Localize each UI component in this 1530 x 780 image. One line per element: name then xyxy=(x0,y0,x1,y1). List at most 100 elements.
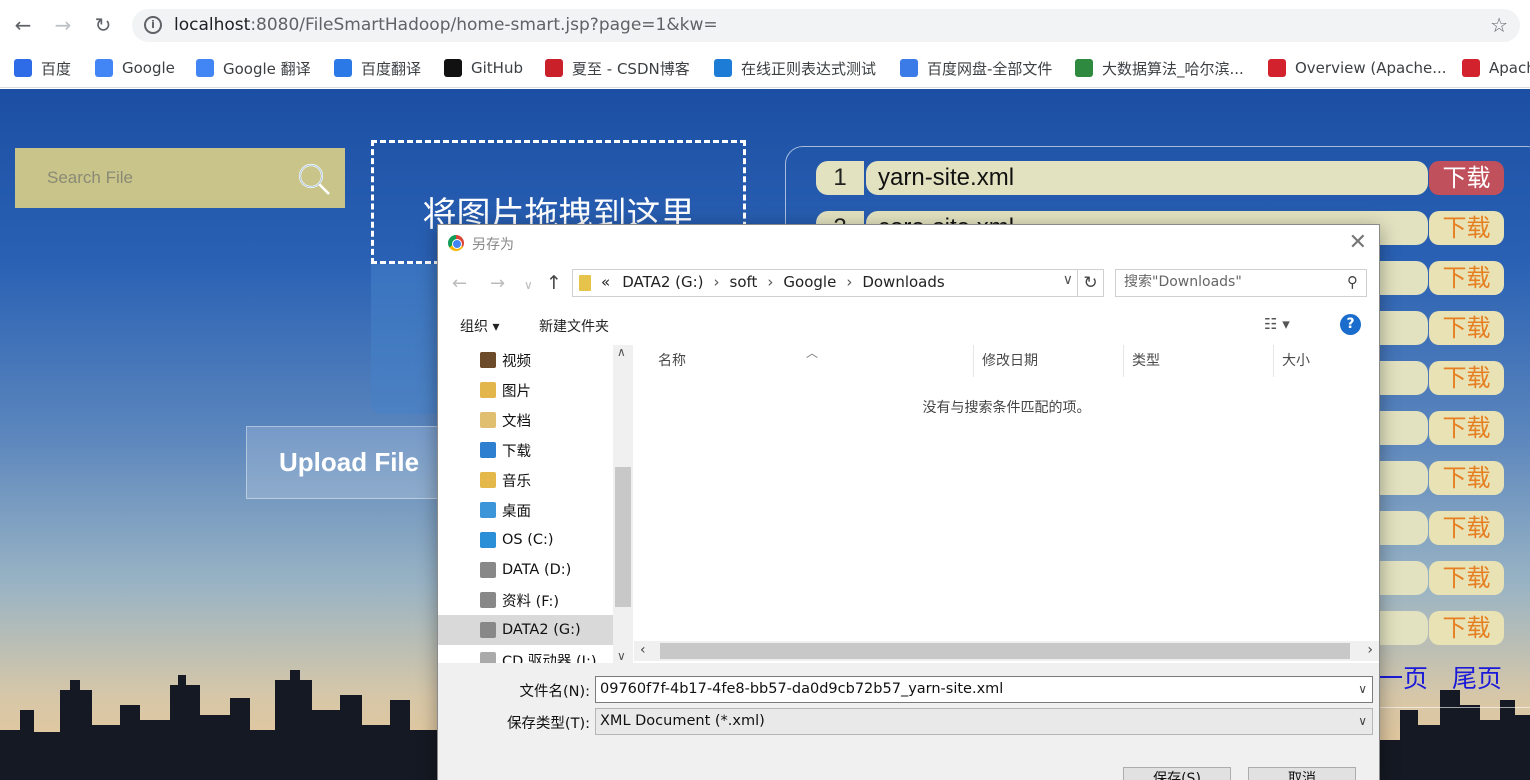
column-header-type[interactable]: 类型 xyxy=(1124,345,1274,377)
tree-item[interactable]: DATA (D:) xyxy=(438,555,613,585)
tree-item[interactable]: 图片 xyxy=(438,375,613,405)
tree-item-label: DATA2 (G:) xyxy=(502,622,581,638)
reload-icon[interactable]: ↻ xyxy=(90,12,116,38)
video-folder-icon xyxy=(480,352,496,368)
breadcrumb-item[interactable]: DATA2 (G:) xyxy=(622,273,703,291)
download-button[interactable]: 下载 xyxy=(1429,511,1504,545)
address-bar[interactable]: i localhost:8080/FileSmartHadoop/home-sm… xyxy=(132,9,1520,42)
last-page-link[interactable]: 尾页 xyxy=(1452,659,1502,695)
csdn-icon xyxy=(545,59,563,77)
download-button[interactable]: 下载 xyxy=(1429,461,1504,495)
forward-arrow-icon[interactable]: → xyxy=(50,12,76,38)
tree-item-label: 视频 xyxy=(502,353,531,370)
tree-item[interactable]: 文档 xyxy=(438,405,613,435)
filetype-select[interactable]: XML Document (*.xml) ∨ xyxy=(595,708,1373,735)
pictures-folder-icon xyxy=(480,382,496,398)
bookmark-item[interactable]: Google xyxy=(95,56,175,80)
tree-item[interactable]: OS (C:) xyxy=(438,525,613,555)
site-info-icon[interactable]: i xyxy=(144,16,162,34)
downloads-folder-icon xyxy=(480,442,496,458)
download-button[interactable]: 下载 xyxy=(1429,211,1504,245)
breadcrumb-item[interactable]: Downloads xyxy=(862,273,944,291)
search-icon[interactable]: ⚲ xyxy=(1347,273,1358,291)
back-arrow-icon[interactable]: ← xyxy=(452,273,467,294)
download-button[interactable]: 下载 xyxy=(1429,311,1504,345)
tree-item[interactable]: 视频 xyxy=(438,345,613,375)
tree-item[interactable]: 音乐 xyxy=(438,465,613,495)
bookmark-item[interactable]: 百度网盘-全部文件 xyxy=(900,56,1052,80)
file-list: 名称 ︿ 修改日期 类型 大小 没有与搜索条件匹配的项。 xyxy=(634,345,1379,641)
close-icon[interactable]: ✕ xyxy=(1349,230,1367,255)
bookmark-label: Google 翻译 xyxy=(223,59,311,78)
view-options-icon[interactable]: ☷ ▾ xyxy=(1264,315,1290,333)
tree-item-label: DATA (D:) xyxy=(502,562,572,578)
back-arrow-icon[interactable]: ← xyxy=(10,12,36,38)
file-name[interactable]: yarn-site.xml xyxy=(866,161,1428,195)
column-header-date[interactable]: 修改日期 xyxy=(974,345,1124,377)
bookmark-item[interactable]: 夏至 - CSDN博客 xyxy=(545,56,690,80)
tree-scrollbar[interactable]: ∧ ∨ xyxy=(613,345,633,663)
upload-file-button[interactable]: Upload File xyxy=(246,426,446,499)
drive-icon xyxy=(480,562,496,578)
tree-item-label: 文档 xyxy=(502,413,531,430)
scroll-down-icon[interactable]: ∨ xyxy=(617,649,626,663)
download-button[interactable]: 下载 xyxy=(1429,561,1504,595)
up-arrow-icon[interactable]: ↑ xyxy=(546,272,562,294)
forward-arrow-icon[interactable]: → xyxy=(490,273,505,294)
scroll-thumb[interactable] xyxy=(615,467,631,607)
dialog-search-input[interactable] xyxy=(1124,274,1334,290)
tree-item-label: 下载 xyxy=(502,443,531,460)
bookmark-star-icon[interactable]: ☆ xyxy=(1490,13,1508,37)
new-folder-button[interactable]: 新建文件夹 xyxy=(539,316,609,336)
bookmark-label: 百度翻译 xyxy=(361,59,422,78)
tree-item[interactable]: 桌面 xyxy=(438,495,613,525)
tree-item[interactable]: CD 驱动器 (I:) xyxy=(438,645,613,665)
bookmark-item[interactable]: 大数据算法_哈尔滨... xyxy=(1075,56,1244,80)
bookmark-item[interactable]: GitHub xyxy=(444,56,523,80)
download-button[interactable]: 下载 xyxy=(1429,261,1504,295)
download-button[interactable]: 下载 xyxy=(1429,411,1504,445)
download-button[interactable]: 下载 xyxy=(1429,611,1504,645)
dialog-footer: 文件名(N): 09760f7f-4b17-4fe8-bb57-da0d9cb7… xyxy=(438,663,1379,780)
recent-locations-chevron-icon[interactable]: ∨ xyxy=(524,278,533,292)
help-icon[interactable]: ? xyxy=(1340,314,1361,335)
scroll-up-icon[interactable]: ∧ xyxy=(617,345,626,359)
tree-item[interactable]: DATA2 (G:) xyxy=(438,615,613,645)
chevron-down-icon[interactable]: ∨ xyxy=(1358,677,1367,702)
scroll-right-icon[interactable]: › xyxy=(1367,642,1373,658)
bookmark-label: 大数据算法_哈尔滨... xyxy=(1102,59,1244,78)
organize-menu[interactable]: 组织 ▾ xyxy=(460,316,499,336)
book-icon xyxy=(1075,59,1093,77)
chevron-down-icon[interactable]: ∨ xyxy=(1358,709,1367,734)
horizontal-scrollbar[interactable]: ‹ › xyxy=(634,641,1379,661)
cancel-button[interactable]: 取消 xyxy=(1248,767,1356,780)
search-file-input[interactable] xyxy=(47,165,277,191)
column-header-size[interactable]: 大小 xyxy=(1274,345,1378,377)
bookmark-item[interactable]: Overview (Apache... xyxy=(1268,56,1447,80)
tree-item[interactable]: 资料 (F:) xyxy=(438,585,613,615)
bookmark-item[interactable]: Google 翻译 xyxy=(196,56,311,80)
bookmark-item[interactable]: Apach xyxy=(1462,56,1530,80)
bookmark-item[interactable]: 百度 xyxy=(14,56,71,80)
path-breadcrumb[interactable]: « DATA2 (G:) › soft › Google › Downloads ∨ xyxy=(572,269,1078,297)
google-g-icon xyxy=(95,59,113,77)
chevron-down-icon[interactable]: ∨ xyxy=(1063,272,1073,288)
bookmark-item[interactable]: 在线正则表达式测试 xyxy=(714,56,876,80)
refresh-icon[interactable]: ↻ xyxy=(1078,269,1104,297)
search-icon[interactable] xyxy=(297,162,331,196)
breadcrumb-item[interactable]: soft xyxy=(730,273,758,291)
breadcrumb-item[interactable]: Google xyxy=(783,273,836,291)
bookmark-item[interactable]: 百度翻译 xyxy=(334,56,421,80)
tree-item[interactable]: 下载 xyxy=(438,435,613,465)
breadcrumb-overflow[interactable]: « xyxy=(601,273,610,291)
scroll-thumb[interactable] xyxy=(660,643,1350,659)
filename-field[interactable]: 09760f7f-4b17-4fe8-bb57-da0d9cb72b57_yar… xyxy=(595,676,1373,703)
save-button[interactable]: 保存(S) xyxy=(1123,767,1231,780)
download-button[interactable]: 下载 xyxy=(1429,361,1504,395)
scroll-left-icon[interactable]: ‹ xyxy=(640,642,646,658)
next-page-link[interactable]: 一页 xyxy=(1378,659,1428,695)
column-header-name[interactable]: 名称 ︿ xyxy=(634,345,974,377)
url-text[interactable]: localhost:8080/FileSmartHadoop/home-smar… xyxy=(174,15,718,35)
download-button[interactable]: 下载 xyxy=(1429,161,1504,195)
bookmark-label: GitHub xyxy=(471,59,523,77)
